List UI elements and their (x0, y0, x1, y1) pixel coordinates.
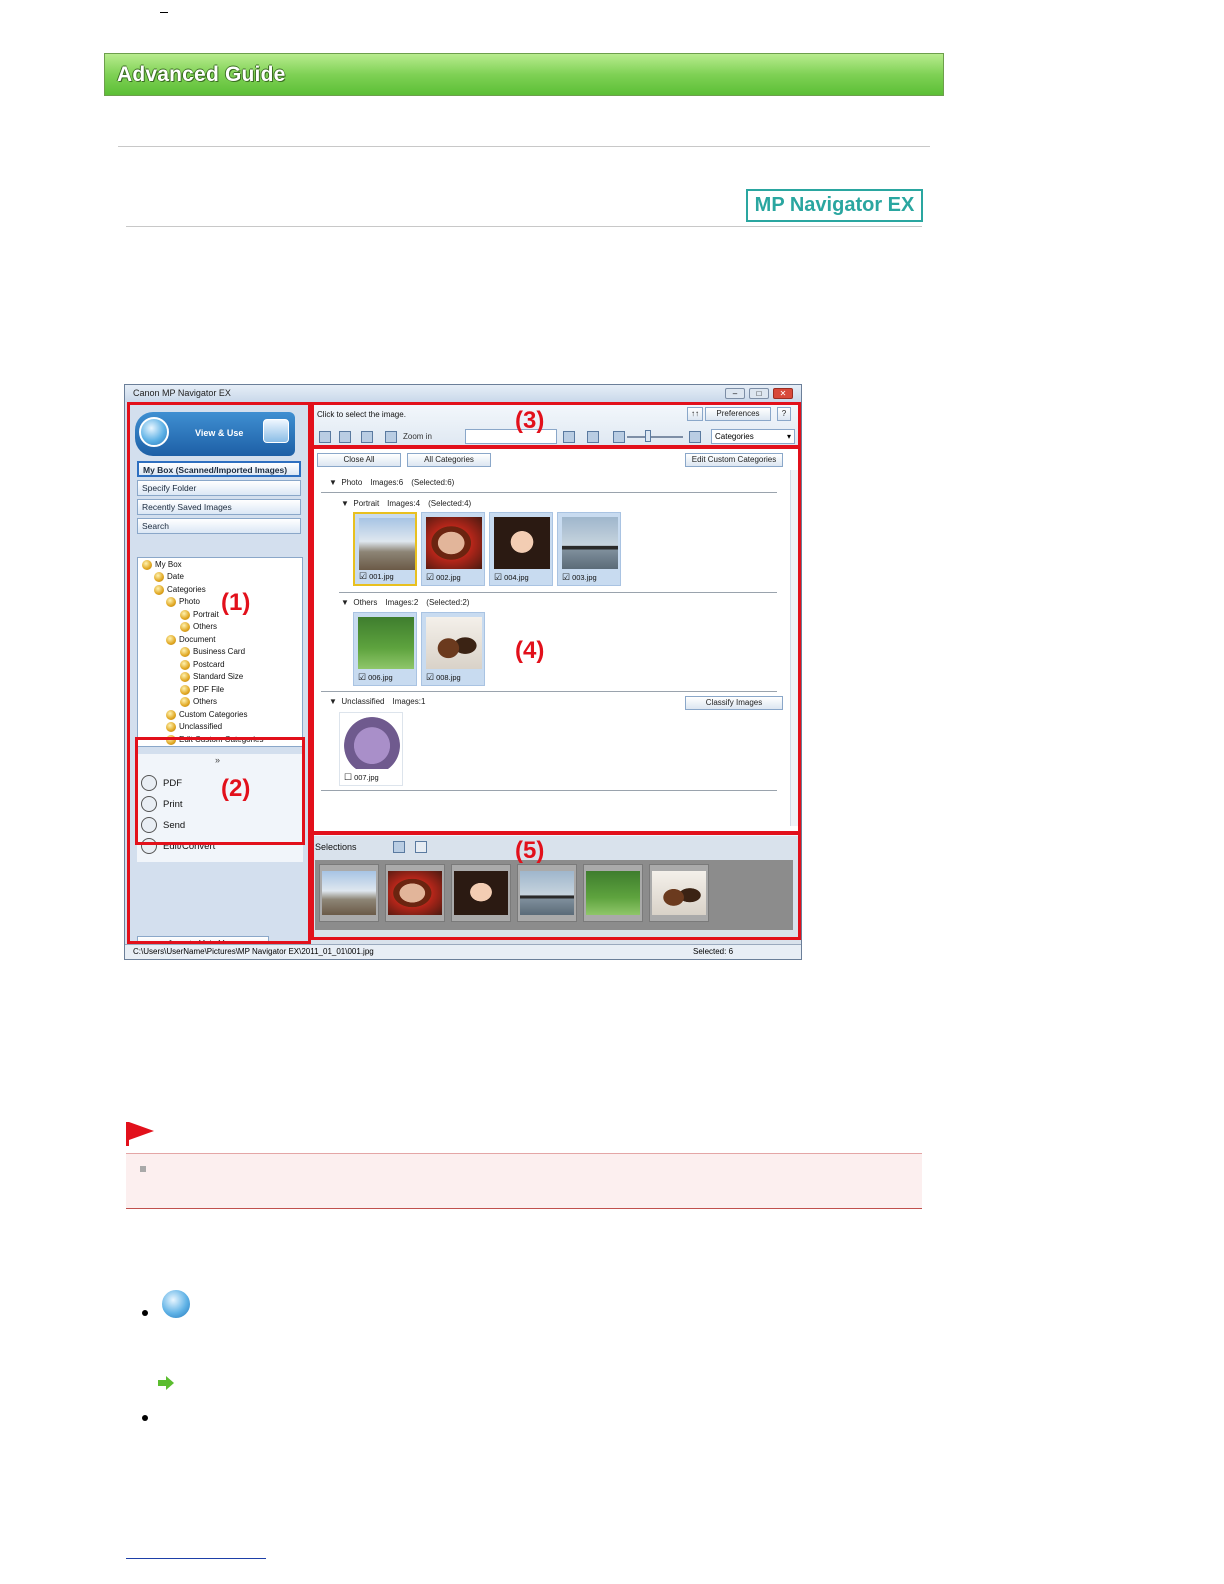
page-link-underline[interactable] (126, 1558, 266, 1559)
callout-4: (4) (515, 637, 545, 664)
view-use-icon (160, 1288, 192, 1320)
important-flag-icon (126, 1122, 154, 1146)
top-dash (160, 12, 168, 13)
important-box (126, 1153, 922, 1209)
status-selected-count: Selected: 6 (693, 947, 734, 956)
bullet-dot (142, 1415, 148, 1421)
app-window-screenshot: Canon MP Navigator EX – □ ✕ View & Use M… (124, 384, 802, 960)
callout-2: (2) (221, 775, 251, 802)
maximize-button[interactable]: □ (749, 388, 769, 399)
guide-banner: Advanced Guide (104, 53, 944, 96)
arrow-right-icon[interactable] (158, 1376, 174, 1390)
callout-3: (3) (515, 407, 545, 434)
callout-1: (1) (221, 589, 251, 616)
window-titlebar: Canon MP Navigator EX – □ ✕ (125, 385, 801, 402)
minimize-button[interactable]: – (725, 388, 745, 399)
callout-5: (5) (515, 837, 545, 864)
divider (118, 146, 930, 147)
guide-banner-title: Advanced Guide (117, 63, 286, 86)
bullet-icon (140, 1166, 146, 1172)
bullet-dot (142, 1310, 148, 1316)
divider (126, 226, 922, 227)
window-title: Canon MP Navigator EX (133, 388, 231, 398)
annotation-box-toolbar (311, 402, 801, 448)
close-button[interactable]: ✕ (773, 388, 793, 399)
annotation-box-viewer (311, 446, 801, 834)
product-badge: MP Navigator EX (746, 189, 923, 222)
page: Advanced Guide MP Navigator EX Canon MP … (0, 0, 1224, 1584)
annotation-box-selections (311, 832, 801, 940)
annotation-box-left (127, 402, 311, 944)
status-bar: C:\Users\UserName\Pictures\MP Navigator … (125, 944, 801, 959)
annotation-box-actions (135, 737, 305, 845)
status-path: C:\Users\UserName\Pictures\MP Navigator … (133, 947, 374, 956)
